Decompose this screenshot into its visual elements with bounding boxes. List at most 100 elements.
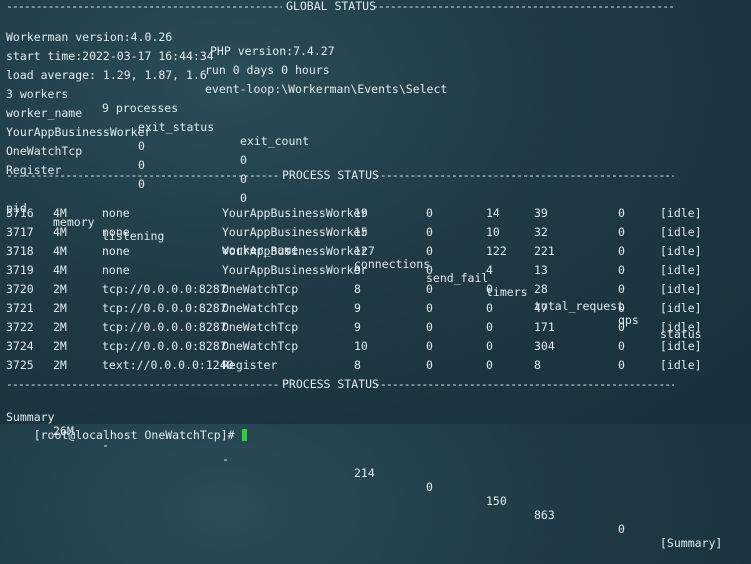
worker-row: Register 0 0 (6, 149, 247, 205)
run-time: run 0 days 0 hours (205, 63, 330, 77)
summary-send-fail: 0 (426, 480, 433, 494)
processes-count: 9 processes (102, 101, 179, 115)
process-qps: 0 (618, 358, 625, 372)
process-total-request: 32 (534, 225, 548, 239)
process-connections: 8 (354, 282, 361, 296)
process-memory: 4M (53, 225, 67, 239)
process-status: [idle] (660, 263, 702, 277)
process-listening: none (102, 225, 130, 239)
process-qps: 0 (618, 244, 625, 258)
process-total-request: 47 (534, 301, 548, 315)
process-total-request: 8 (534, 358, 541, 372)
process-send-fail: 0 (426, 339, 433, 353)
process-listening: text://0.0.0.0:1240 (102, 358, 234, 372)
exit-status: 0 (138, 139, 145, 153)
process-connections: 8 (354, 358, 361, 372)
start-time: start time:2022-03-17 16:44:34 (6, 49, 214, 63)
process-total-request: 304 (534, 339, 555, 353)
global-info-line: 3 workers 9 processes (6, 73, 178, 115)
cursor-block-icon (242, 429, 248, 441)
global-info-line: load average: 1.29, 1.87, 1.6 event-loop… (6, 54, 447, 96)
process-connections: 15 (354, 225, 368, 239)
process-pid: 3721 (6, 301, 34, 315)
worker-row: OneWatchTcp 0 0 (6, 130, 247, 186)
process-worker-name: YourAppBusinessWorker (222, 244, 368, 258)
process-total-request: 221 (534, 244, 555, 258)
separator-dashes: ----------------------------------------… (372, 0, 674, 13)
separator-title: GLOBAL STATUS (286, 0, 377, 13)
separator-title: PROCESS STATUS (282, 377, 379, 391)
process-total-request: 39 (534, 206, 548, 220)
worker-row: YourAppBusinessWorker 0 0 (6, 111, 247, 167)
process-connections: 19 (354, 206, 368, 220)
process-listening: none (102, 263, 130, 277)
summary-worker-name: - (222, 452, 229, 466)
header-send-fail: send_fail (426, 271, 489, 285)
process-pid: 3718 (6, 244, 34, 258)
process-pid: 3717 (6, 225, 34, 239)
php-version: PHP version:7.4.27 (210, 44, 335, 58)
process-send-fail: 0 (426, 244, 433, 258)
process-qps: 0 (618, 225, 625, 239)
terminal-window[interactable]: ----------------------------------------… (0, 0, 751, 550)
summary-row: Summary 26M - - 214 0 150 863 0 [Summary… (6, 396, 722, 550)
process-timers: 10 (486, 225, 500, 239)
process-timers: 0 (486, 301, 493, 315)
process-memory: 4M (53, 263, 67, 277)
process-connections: 9 (354, 263, 361, 277)
process-listening: tcp://0.0.0.0:8287 (102, 282, 227, 296)
process-worker-name: YourAppBusinessWorker (222, 263, 368, 277)
process-send-fail: 0 (426, 263, 433, 277)
process-send-fail: 0 (426, 206, 433, 220)
process-status: [idle] (660, 282, 702, 296)
summary-qps: 0 (618, 522, 625, 536)
load-average: load average: 1.29, 1.87, 1.6 (6, 68, 207, 82)
process-worker-name: OneWatchTcp (222, 320, 299, 334)
process-connections: 9 (354, 301, 361, 315)
summary-total-request: 863 (534, 508, 555, 522)
process-pid: 3724 (6, 339, 34, 353)
process-memory: 2M (53, 358, 67, 372)
process-table-header: pid memory listening worker_name connect… (6, 187, 702, 341)
exit-count: 0 (240, 191, 247, 205)
process-send-fail: 0 (426, 282, 433, 296)
process-status: [idle] (660, 206, 702, 220)
process-memory: 4M (53, 244, 67, 258)
process-send-fail: 0 (426, 320, 433, 334)
separator-dashes: ----------------------------------------… (374, 168, 674, 182)
process-memory: 2M (53, 301, 67, 315)
global-info-line: Workerman version:4.0.26 PHP version:7.4… (6, 16, 335, 58)
process-worker-name: YourAppBusinessWorker (222, 225, 368, 239)
process-listening: tcp://0.0.0.0:8287 (102, 301, 227, 315)
process-status: [idle] (660, 358, 702, 372)
process-listening: tcp://0.0.0.0:8287 (102, 320, 227, 334)
process-status: [idle] (660, 225, 702, 239)
process-connections: 9 (354, 320, 361, 334)
worker-table-header: worker_name exit_status exit_count (6, 92, 309, 148)
process-worker-name: YourAppBusinessWorker (222, 206, 368, 220)
process-pid: 3716 (6, 206, 34, 220)
process-timers: 0 (486, 282, 493, 296)
shell-prompt: [root@localhost OneWatchTcp]# (33, 428, 242, 442)
process-worker-name: OneWatchTcp (222, 339, 299, 353)
process-total-request: 13 (534, 263, 548, 277)
process-total-request: 171 (534, 320, 555, 334)
summary-status: [Summary] (660, 536, 723, 550)
process-status: [idle] (660, 301, 702, 315)
process-worker-name: OneWatchTcp (222, 282, 299, 296)
global-status-separator: ----------------------------------------… (6, 0, 674, 13)
separator-dashes: ----------------------------------------… (374, 377, 674, 391)
summary-separator: ----------------------------------------… (6, 377, 674, 391)
summary-timers: 150 (486, 494, 507, 508)
separator-dashes: ----------------------------------------… (6, 168, 278, 182)
process-memory: 4M (53, 206, 67, 220)
process-qps: 0 (618, 339, 625, 353)
process-qps: 0 (618, 320, 625, 334)
process-memory: 2M (53, 339, 67, 353)
separator-dashes: ----------------------------------------… (6, 377, 278, 391)
process-status: [idle] (660, 320, 702, 334)
process-timers: 4 (486, 263, 493, 277)
process-pid: 3720 (6, 282, 34, 296)
process-qps: 0 (618, 206, 625, 220)
process-pid: 3719 (6, 263, 34, 277)
